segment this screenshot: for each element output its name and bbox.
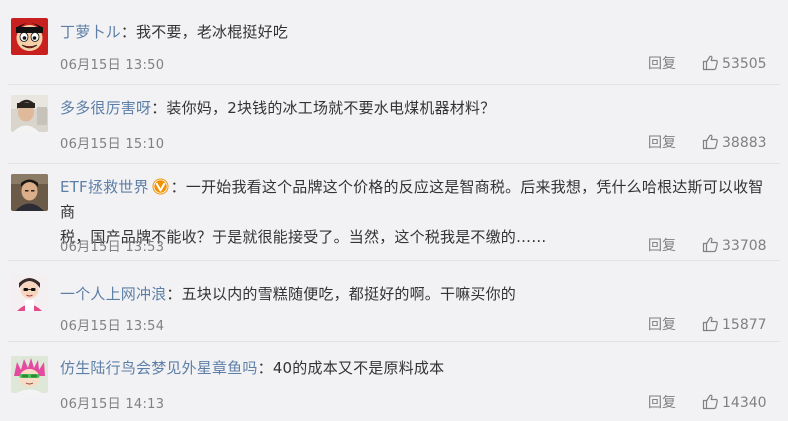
avatar[interactable]: [11, 274, 48, 311]
username-link[interactable]: 丁萝卜ル: [60, 23, 121, 41]
thumbs-up-icon: [702, 55, 718, 71]
anime-avatar-icon: [11, 356, 48, 393]
comment-item: ETF拯救世界 ：一开始我看这个品牌这个价格的反应这是智商税。后来我想，凭什么哈根…: [0, 164, 788, 261]
avatar[interactable]: [11, 18, 48, 55]
separator: ：: [151, 99, 167, 117]
reply-button[interactable]: 回复: [648, 235, 676, 255]
thumbs-up-icon: [702, 134, 718, 150]
comment-text-line: 仿生陆行鸟会梦见外星章鱼吗：40的成本又不是原料成本: [60, 356, 772, 381]
comment-item: 一个人上网冲浪：五块以内的雪糕随便吃，都挺好的啊。干嘛买你的 06月15日 13…: [0, 261, 788, 342]
photo-avatar-icon: [11, 95, 48, 132]
avatar[interactable]: [11, 95, 48, 132]
comment-feed: 丁萝卜ル：我不要，老冰棍挺好吃 06月15日 13:50 回复 53505 多多…: [0, 0, 788, 421]
comment-text-line: 多多很厉害呀：装你妈，2块钱的冰工场就不要水电煤机器材料？: [60, 96, 772, 121]
username-link[interactable]: 仿生陆行鸟会梦见外星章鱼吗: [60, 359, 258, 377]
like-button[interactable]: 33708: [702, 236, 767, 254]
separator: ：: [170, 178, 186, 196]
separator: ：: [257, 359, 273, 377]
like-count: 38883: [722, 135, 767, 151]
cartoon-face-avatar-icon: [11, 18, 48, 55]
vip-badge-icon: [152, 178, 169, 195]
like-button[interactable]: 14340: [702, 393, 767, 411]
like-count: 33708: [722, 238, 767, 254]
username-link[interactable]: 多多很厉害呀: [60, 99, 151, 117]
thumbs-up-icon: [702, 316, 718, 332]
like-button[interactable]: 38883: [702, 133, 767, 151]
comment-text: 40的成本又不是原料成本: [272, 359, 445, 377]
reply-button[interactable]: 回复: [648, 53, 676, 73]
timestamp: 06月15日 13:50: [60, 58, 165, 73]
reply-button[interactable]: 回复: [648, 132, 676, 152]
username-link[interactable]: 一个人上网冲浪: [60, 285, 166, 303]
comment-item: 仿生陆行鸟会梦见外星章鱼吗：40的成本又不是原料成本 06月15日 14:13 …: [0, 342, 788, 421]
thumbs-up-icon: [702, 237, 718, 253]
comment-text-line: 一个人上网冲浪：五块以内的雪糕随便吃，都挺好的啊。干嘛买你的: [60, 282, 772, 307]
comment-text-line: 丁萝卜ル：我不要，老冰棍挺好吃: [60, 20, 772, 45]
like-button[interactable]: 15877: [702, 315, 767, 333]
like-count: 14340: [722, 395, 767, 411]
comment-item: 丁萝卜ル：我不要，老冰棍挺好吃 06月15日 13:50 回复 53505: [0, 0, 788, 85]
separator: ：: [166, 285, 182, 303]
like-button[interactable]: 53505: [702, 54, 767, 72]
timestamp: 06月15日 13:53: [60, 240, 165, 255]
timestamp: 06月15日 14:13: [60, 397, 165, 412]
timestamp: 06月15日 15:10: [60, 137, 165, 152]
avatar[interactable]: [11, 356, 48, 393]
separator: ：: [120, 23, 137, 41]
avatar[interactable]: [11, 174, 48, 211]
thumbs-up-icon: [702, 394, 718, 410]
cartoon-avatar-icon: [11, 274, 48, 311]
like-count: 53505: [722, 56, 767, 72]
reply-button[interactable]: 回复: [648, 392, 676, 412]
comment-text: 五块以内的雪糕随便吃，都挺好的啊。干嘛买你的: [181, 285, 517, 303]
comment-item: 多多很厉害呀：装你妈，2块钱的冰工场就不要水电煤机器材料？ 06月15日 15:…: [0, 85, 788, 164]
photo-avatar-icon: [11, 174, 48, 211]
comment-text: 装你妈，2块钱的冰工场就不要水电煤机器材料？: [166, 99, 496, 117]
comment-text: 我不要，老冰棍挺好吃: [136, 23, 289, 41]
reply-button[interactable]: 回复: [648, 314, 676, 334]
like-count: 15877: [722, 317, 767, 333]
timestamp: 06月15日 13:54: [60, 319, 165, 334]
username-link[interactable]: ETF拯救世界: [60, 178, 149, 196]
